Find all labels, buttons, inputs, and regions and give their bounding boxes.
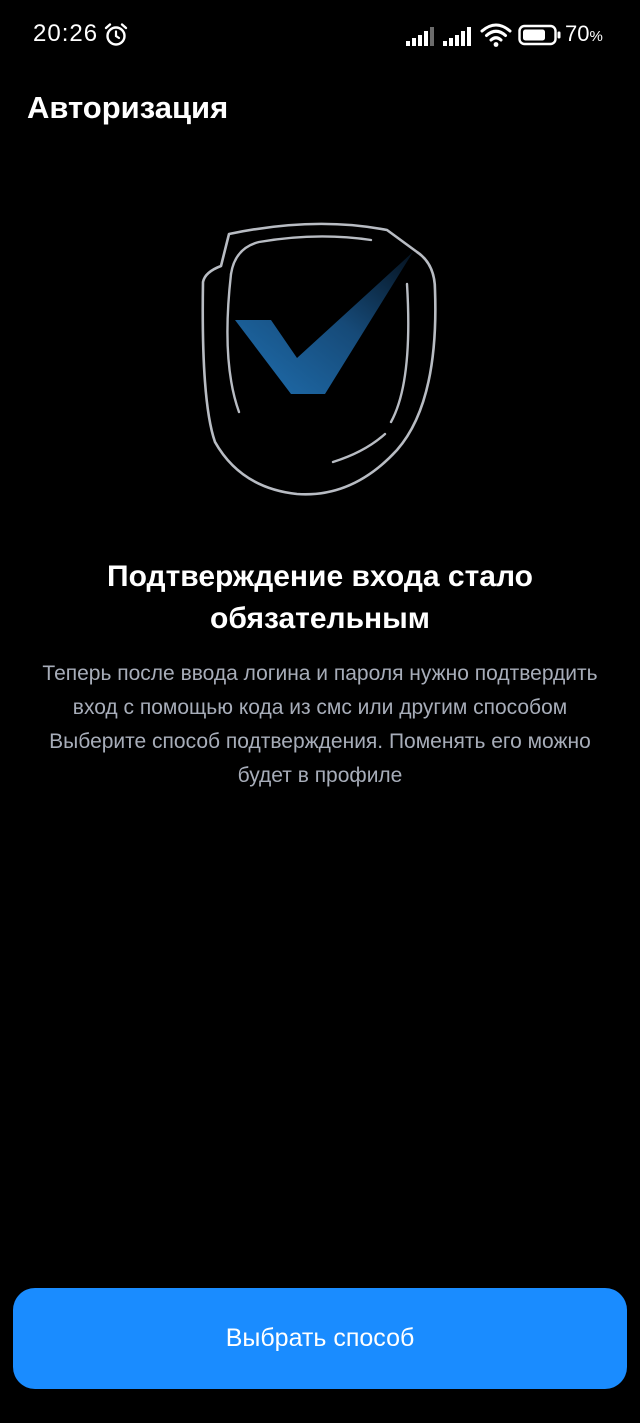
headline: Подтверждение входа стало обязательным — [107, 560, 533, 635]
choose-method-button[interactable]: Выбрать способ — [13, 1288, 627, 1389]
battery-icon — [518, 24, 561, 46]
shield-check-icon — [201, 222, 437, 496]
description-paragraph: Теперь после ввода логина и пароля нужно… — [42, 662, 598, 719]
alarm-icon — [104, 23, 128, 46]
description-paragraph: Выберите способ подтверждения. Поменять … — [49, 730, 591, 787]
status-time: 20:26 — [33, 20, 99, 47]
signal-icon — [406, 27, 434, 46]
signal-icon — [443, 27, 471, 46]
status-bar: 20:26 70% — [0, 0, 640, 70]
wifi-icon — [480, 23, 512, 47]
page-title: Авторизация — [27, 90, 229, 125]
description: Теперь после ввода логина и пароля нужно… — [40, 657, 600, 793]
battery-percentage: 70% — [565, 21, 603, 46]
